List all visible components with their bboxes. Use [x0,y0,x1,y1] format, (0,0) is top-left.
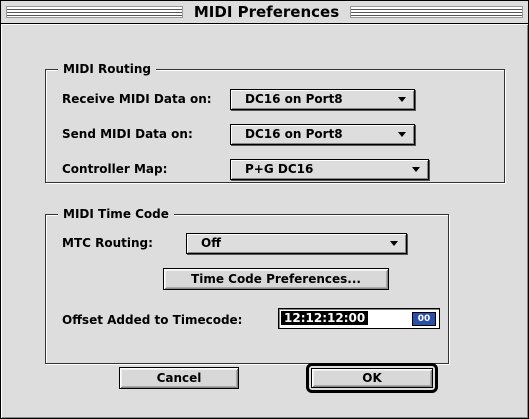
controller-map-popup[interactable]: P+G DC16 [230,159,429,180]
controller-map-value: P+G DC16 [245,162,314,176]
dialog-body: MIDI Routing Receive MIDI Data on: DC16 … [1,24,528,418]
frames-format-badge[interactable]: 00 [412,312,436,326]
midi-routing-legend: MIDI Routing [58,62,157,76]
mtc-routing-value: Off [201,236,221,250]
mtc-routing-label: MTC Routing: [62,236,153,250]
midi-time-code-group: MIDI Time Code MTC Routing: Off Time Cod… [45,207,449,364]
title-bar-stripes-right [350,6,523,18]
ok-button[interactable]: OK [311,368,433,388]
chevron-down-icon [398,132,406,137]
receive-midi-popup[interactable]: DC16 on Port8 [230,89,415,110]
midi-routing-group: MIDI Routing Receive MIDI Data on: DC16 … [45,62,505,183]
controller-map-label: Controller Map: [62,162,168,176]
send-midi-value: DC16 on Port8 [245,127,343,141]
chevron-down-icon [390,241,398,246]
ok-default-ring: OK [306,363,438,393]
chevron-down-icon [412,167,420,172]
offset-field[interactable]: 12:12:12:00 00 [278,308,440,329]
time-code-preferences-button[interactable]: Time Code Preferences... [163,268,389,290]
offset-label: Offset Added to Timecode: [62,313,243,327]
receive-midi-label: Receive MIDI Data on: [62,92,212,106]
chevron-down-icon [398,97,406,102]
offset-value: 12:12:12:00 [281,311,369,325]
receive-midi-value: DC16 on Port8 [245,92,343,106]
send-midi-label: Send MIDI Data on: [62,127,193,141]
title-bar[interactable]: MIDI Preferences [1,1,528,24]
title-bar-stripes-left [6,6,183,18]
send-midi-popup[interactable]: DC16 on Port8 [230,124,415,145]
window-title: MIDI Preferences [183,3,350,21]
midi-preferences-dialog: MIDI Preferences MIDI Routing Receive MI… [0,0,529,419]
mtc-routing-popup[interactable]: Off [186,233,407,254]
midi-time-code-legend: MIDI Time Code [58,207,174,221]
cancel-button[interactable]: Cancel [119,367,239,389]
